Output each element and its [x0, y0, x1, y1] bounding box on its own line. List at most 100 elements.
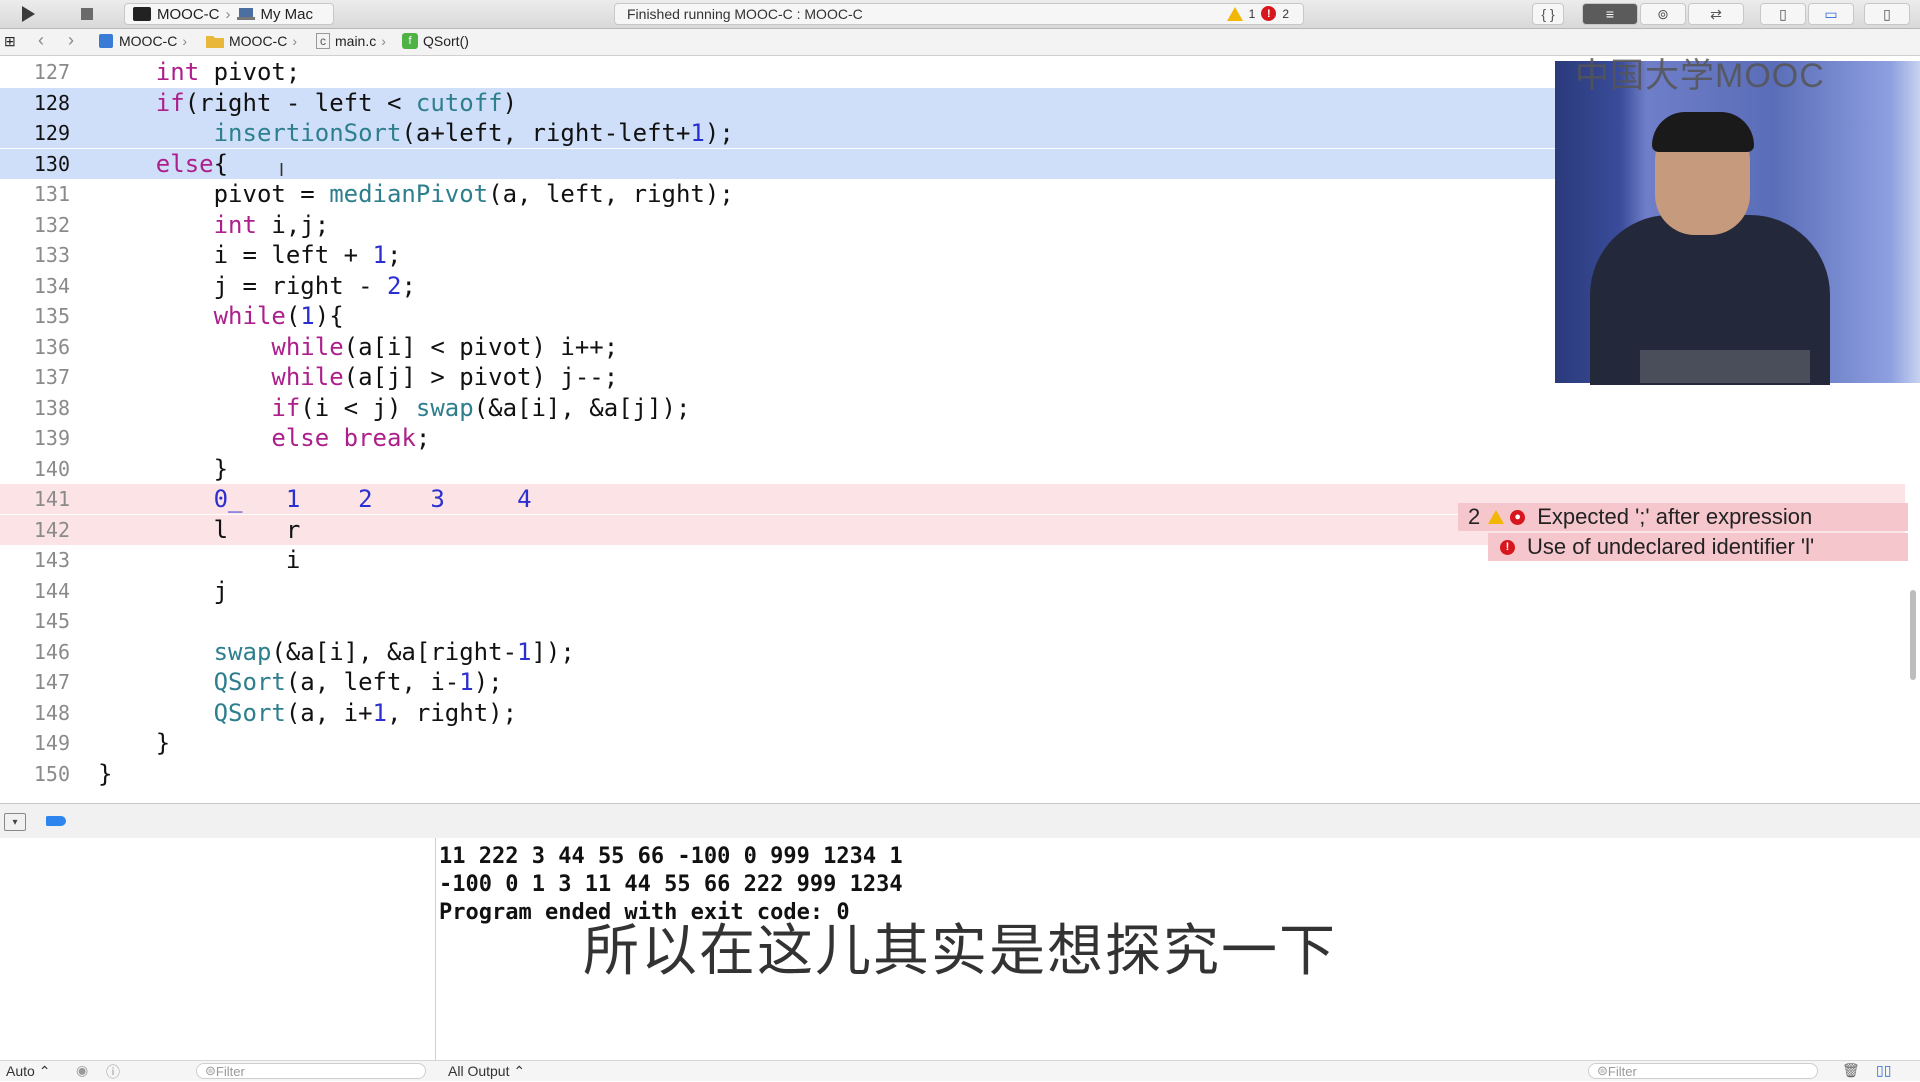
split-view-icon[interactable]: ▯▯ — [1876, 1062, 1891, 1079]
breakpoints-toggle-icon[interactable] — [46, 816, 66, 826]
warning-icon[interactable] — [1226, 6, 1243, 21]
standard-editor-button[interactable]: ≡ — [1582, 3, 1638, 25]
laptop-shape — [1640, 350, 1810, 383]
line-number: 137 — [33, 365, 70, 389]
code-token: while — [271, 332, 344, 361]
code-text: i — [98, 546, 300, 574]
scheme-project-label: MOOC-C — [157, 5, 220, 23]
code-line[interactable]: 147 QSort(a, left, i-1); — [0, 667, 1905, 697]
ibeam-cursor-icon: I — [279, 160, 285, 180]
code-text: 0_ 1 2 3 4 — [98, 485, 532, 513]
video-subtitle: 所以在这儿其实是想探究一下 — [583, 919, 1337, 984]
issue-message: Use of undeclared identifier 'l' — [1527, 534, 1815, 559]
toggle-utilities-button[interactable]: ▯ — [1864, 3, 1910, 25]
editor-scrollbar[interactable] — [1910, 590, 1916, 680]
code-token: } — [98, 729, 171, 757]
code-token: 1 — [372, 698, 387, 727]
code-token: if — [155, 88, 185, 117]
eye-icon[interactable]: ◉ — [76, 1062, 88, 1079]
chevron-right-icon: › — [292, 33, 297, 49]
error-icon[interactable]: ! — [1261, 6, 1277, 21]
code-token: } — [98, 759, 113, 788]
code-token: (a+left, right-left+ — [401, 119, 691, 147]
code-token: ( — [285, 302, 301, 330]
breadcrumb-symbol[interactable]: f QSort() — [402, 33, 469, 49]
toggle-navigator-button[interactable]: ▯ — [1760, 3, 1806, 25]
code-token: (a[i] < pivot) i++; — [343, 332, 619, 361]
code-token: 1 — [517, 637, 532, 666]
scheme-selector[interactable]: MOOC-C › My Mac — [124, 3, 334, 25]
variables-filter-input[interactable]: ⊜ Filter — [196, 1063, 426, 1079]
code-token: pivot = — [98, 180, 330, 208]
auto-select[interactable]: Auto ⌃ — [6, 1063, 50, 1080]
code-line[interactable]: 140 } — [0, 454, 1905, 484]
code-token: 0_ — [213, 485, 243, 513]
assistant-editor-button[interactable]: ⊚ — [1640, 3, 1686, 25]
code-token: ; — [387, 241, 402, 269]
forward-arrow-icon[interactable]: › — [68, 30, 74, 51]
code-line[interactable]: 149 } — [0, 728, 1905, 758]
play-icon — [22, 6, 35, 22]
line-number: 140 — [33, 456, 70, 481]
lecturer-hair — [1652, 112, 1754, 152]
code-token: (i < j) — [300, 393, 416, 422]
activity-status: Finished running MOOC-C : MOOC-C 1 ! 2 — [614, 3, 1304, 25]
code-token: } — [98, 454, 229, 483]
issue-annotation[interactable]: ! Use of undeclared identifier 'l' — [1488, 533, 1908, 561]
code-line[interactable]: 148 QSort(a, i+1, right); — [0, 698, 1905, 728]
terminal-app-icon — [133, 7, 151, 21]
code-token: 1 — [372, 241, 387, 269]
line-number: 144 — [33, 578, 70, 603]
code-line[interactable]: 144 j — [0, 576, 1905, 606]
code-line[interactable]: 146 swap(&a[i], &a[right-1]); — [0, 637, 1905, 667]
breadcrumb-file[interactable]: c main.c › — [316, 33, 386, 49]
console-line: 11 222 3 44 55 66 -100 0 999 1234 1 — [439, 844, 903, 869]
breadcrumb-folder[interactable]: MOOC-C › — [206, 33, 297, 49]
output-select-label: All Output — [448, 1063, 510, 1079]
code-line[interactable]: 150} — [0, 759, 1905, 789]
code-token: 1 — [690, 119, 705, 147]
issue-annotation[interactable]: 2 ● Expected ';' after expression — [1458, 503, 1908, 531]
code-token: swap — [415, 393, 474, 422]
error-icon: ● — [1510, 509, 1526, 525]
line-number: 136 — [33, 334, 70, 359]
code-line[interactable]: 145 — [0, 606, 1905, 636]
info-icon[interactable]: ⓘ — [106, 1062, 120, 1082]
chevron-right-icon: › — [381, 33, 386, 49]
back-arrow-icon[interactable]: ‹ — [38, 30, 44, 51]
auto-select-label: Auto — [6, 1063, 35, 1079]
code-token: (a, i+ — [285, 698, 373, 727]
code-text: while(a[j] > pivot) j--; — [98, 363, 618, 391]
code-token: (a, left, i- — [285, 668, 460, 696]
code-snippet-button[interactable]: { } — [1532, 3, 1564, 25]
code-token: ; — [415, 424, 431, 452]
run-button[interactable] — [8, 2, 48, 26]
chevron-right-icon: › — [225, 5, 231, 23]
stop-button[interactable] — [66, 2, 108, 26]
code-text: while(1){ — [98, 302, 344, 330]
code-text: while(a[i] < pivot) i++; — [98, 333, 618, 361]
code-token: ); — [473, 668, 503, 696]
related-items-icon[interactable]: ⊞ — [4, 33, 16, 50]
chevron-right-icon: › — [182, 33, 187, 49]
toggle-debug-area-button[interactable]: ▭ — [1808, 3, 1854, 25]
code-token: 1 — [285, 485, 301, 513]
hide-debug-area-button[interactable]: ▾ — [4, 813, 26, 831]
arrows-icon: ⇄ — [1710, 5, 1722, 22]
code-token: break — [343, 424, 416, 452]
version-editor-button[interactable]: ⇄ — [1688, 3, 1744, 25]
output-select[interactable]: All Output ⌃ — [448, 1063, 525, 1080]
breadcrumb-project[interactable]: MOOC-C › — [98, 33, 187, 49]
trash-icon[interactable]: 🗑 — [1842, 1062, 1860, 1079]
console-filter-input[interactable]: ⊜ Filter — [1588, 1063, 1818, 1079]
breadcrumb-folder-label: MOOC-C — [229, 33, 288, 49]
left-panel-icon: ▯ — [1779, 5, 1787, 22]
breadcrumb-symbol-label: QSort() — [423, 33, 469, 49]
code-line[interactable]: 138 if(i < j) swap(&a[i], &a[j]); — [0, 393, 1905, 423]
code-line[interactable]: 139 else break; — [0, 423, 1905, 453]
code-text: } — [98, 455, 228, 483]
code-text: } — [98, 729, 170, 757]
